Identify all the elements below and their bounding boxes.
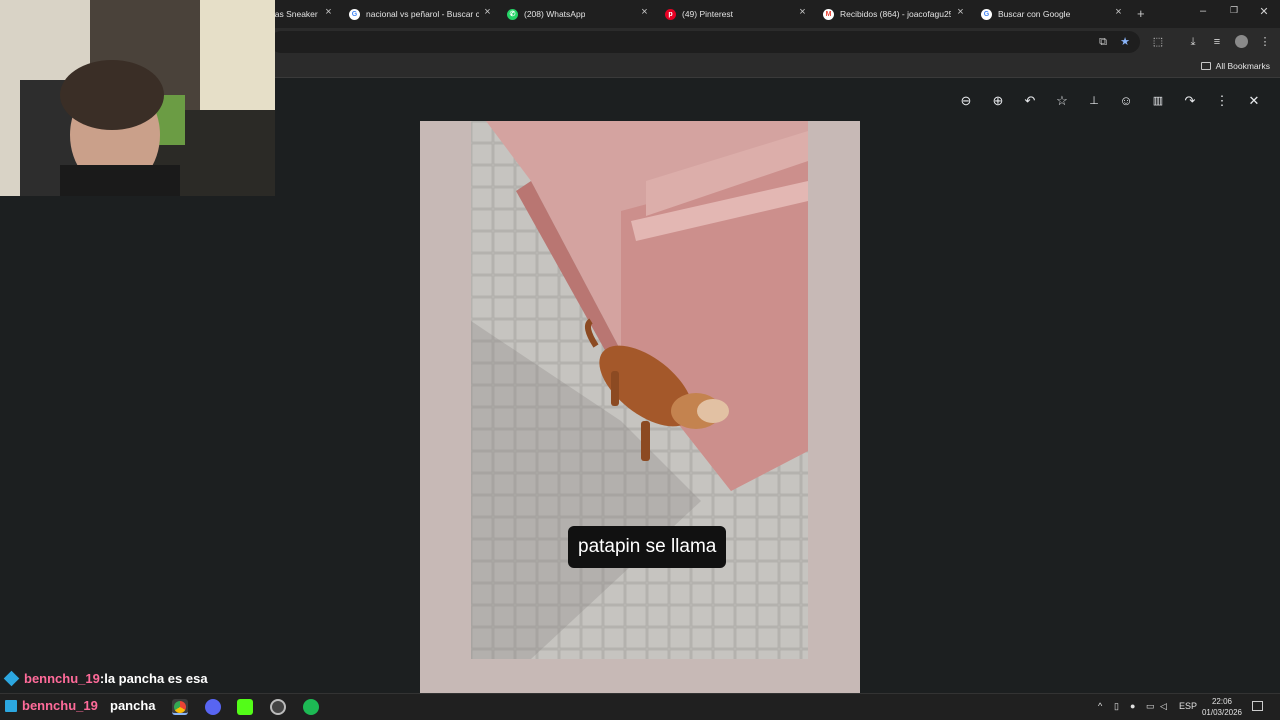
start-icon[interactable]: [5, 700, 17, 712]
clock[interactable]: 22:06 01/03/2026: [1202, 696, 1242, 718]
tab-google-search[interactable]: G nacional vs peñarol - Buscar co: [349, 3, 479, 25]
streamer-webcam-image: [0, 0, 275, 196]
tab-close-icon[interactable]: ×: [797, 7, 808, 18]
more-icon[interactable]: ⋮: [1213, 92, 1231, 110]
chat-text: la pancha es esa: [104, 671, 208, 686]
microphone-icon[interactable]: ●: [1130, 701, 1135, 711]
chat-badge-icon: [3, 670, 20, 687]
obs-icon[interactable]: [270, 699, 286, 715]
gmail-icon: M: [823, 8, 834, 20]
pinterest-icon: p: [665, 8, 676, 20]
tab-google-lens[interactable]: G Buscar con Google: [981, 3, 1111, 25]
minimize-button[interactable]: –: [1196, 5, 1210, 17]
spotify-icon[interactable]: [303, 699, 319, 715]
tray-overflow-icon[interactable]: ^: [1098, 701, 1102, 711]
pin-icon[interactable]: ⊥: [1085, 92, 1103, 110]
media-control-icon[interactable]: ≡: [1209, 34, 1225, 50]
whatsapp-icon: ✆: [507, 8, 518, 20]
reply-icon[interactable]: ↶: [1021, 92, 1039, 110]
image-frame: patapin se llama: [420, 121, 860, 693]
taskbar-chat-text: pancha: [110, 698, 156, 713]
language-indicator[interactable]: ESP: [1179, 701, 1197, 711]
discord-icon[interactable]: [205, 699, 221, 715]
chrome-menu-icon[interactable]: ⋮: [1257, 34, 1273, 50]
restore-button[interactable]: ❐: [1227, 5, 1241, 16]
tab-close-icon[interactable]: ×: [323, 7, 334, 18]
all-bookmarks-button[interactable]: All Bookmarks: [1200, 61, 1270, 71]
tab-label: Buscar con Google: [998, 9, 1071, 19]
photo-caption: patapin se llama: [568, 526, 727, 568]
tab-pinterest[interactable]: p (49) Pinterest: [665, 3, 795, 25]
extensions-icon[interactable]: ⬚: [1150, 34, 1166, 50]
delete-icon[interactable]: ▥: [1149, 92, 1167, 110]
window-close-button[interactable]: ✕: [1257, 5, 1271, 18]
google-icon: G: [981, 8, 992, 20]
clock-date: 01/03/2026: [1201, 708, 1242, 717]
volume-icon[interactable]: ◁: [1160, 701, 1167, 712]
bookmark-star-icon[interactable]: ★: [1117, 34, 1133, 50]
tab-label: gas Sneaker: [270, 9, 318, 19]
address-bar[interactable]: ⧉ ★: [270, 31, 1140, 53]
windows-taskbar: bennchu_19 pancha ^ ▯ ● ▭ ◁ ESP 22:06 01…: [0, 693, 1280, 720]
dog-photo[interactable]: patapin se llama: [471, 121, 808, 659]
tab-whatsapp[interactable]: ✆ (208) WhatsApp: [507, 3, 637, 25]
avatar[interactable]: [1233, 34, 1249, 50]
star-icon[interactable]: ☆: [1053, 92, 1071, 110]
tab-label: nacional vs peñarol - Buscar co: [366, 9, 479, 19]
tab-close-icon[interactable]: ×: [1113, 7, 1124, 18]
new-tab-button[interactable]: +: [1137, 6, 1145, 21]
notification-icon[interactable]: [1252, 701, 1263, 711]
all-bookmarks-label: All Bookmarks: [1215, 61, 1270, 71]
tab-gmail[interactable]: M Recibidos (864) - joacofagu25@: [823, 3, 951, 25]
clock-time: 22:06: [1211, 697, 1232, 706]
street-scene-image: [471, 121, 808, 659]
tab-label: (208) WhatsApp: [524, 9, 586, 19]
forward-icon[interactable]: ↷: [1181, 92, 1199, 110]
install-app-icon[interactable]: ⧉: [1095, 34, 1111, 50]
google-icon: G: [349, 8, 360, 20]
tab-label: (49) Pinterest: [682, 9, 734, 19]
chrome-taskbar-icon[interactable]: [172, 699, 188, 715]
chat-message: bennchu_19 : la pancha es esa: [3, 670, 208, 687]
download-icon[interactable]: ⤓: [1185, 34, 1201, 50]
zoom-in-icon[interactable]: ⊕: [989, 92, 1007, 110]
webcam-overlay: [0, 0, 275, 196]
tab-close-icon[interactable]: ×: [955, 7, 966, 18]
emoji-icon[interactable]: ☺: [1117, 92, 1135, 110]
tab-close-icon[interactable]: ×: [639, 7, 650, 18]
tab-close-icon[interactable]: ×: [482, 7, 493, 18]
tray-app-icon[interactable]: ▯: [1114, 701, 1119, 712]
network-icon[interactable]: ▭: [1146, 701, 1155, 712]
folder-icon: [1200, 62, 1211, 70]
tab-label: Recibidos (864) - joacofagu25@: [840, 9, 951, 19]
taskbar-chat-username: bennchu_19: [22, 698, 98, 713]
chat-username: bennchu_19: [24, 671, 100, 686]
tab-sneakers[interactable]: gas Sneaker: [270, 3, 325, 25]
close-icon[interactable]: ✕: [1245, 92, 1263, 110]
kick-icon[interactable]: [237, 699, 253, 715]
zoom-out-icon[interactable]: ⊖: [957, 92, 975, 110]
